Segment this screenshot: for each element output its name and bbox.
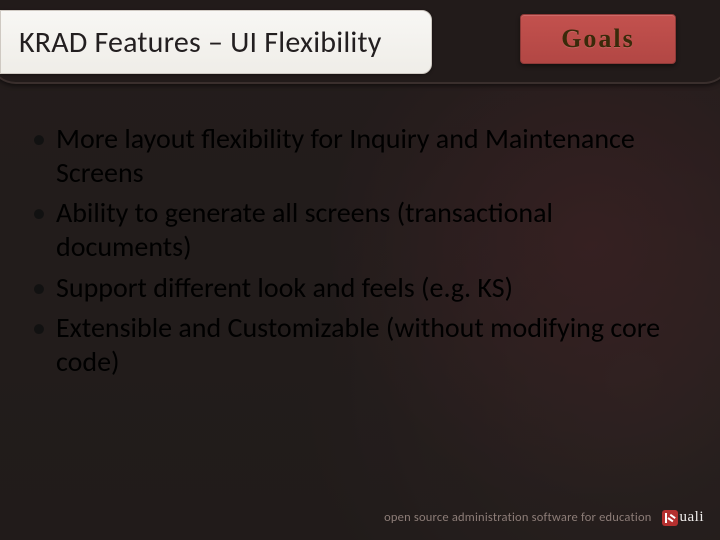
footer: open source administration software for … [384, 509, 704, 526]
bullet-list: More layout flexibility for Inquiry and … [28, 122, 692, 385]
goals-badge-text: Goals [561, 24, 635, 54]
title-plate: KRAD Features – UI Flexibility [0, 10, 432, 74]
list-item: Ability to generate all screens (transac… [28, 196, 692, 264]
goals-badge: Goals [520, 14, 676, 64]
header: KRAD Features – UI Flexibility Goals [0, 0, 720, 96]
page-title: KRAD Features – UI Flexibility [19, 24, 382, 61]
kuali-logo-mark-icon [662, 510, 678, 526]
list-item: Support different look and feels (e.g. K… [28, 271, 692, 305]
list-item: More layout flexibility for Inquiry and … [28, 122, 692, 190]
kuali-logo: uali [662, 509, 705, 526]
footer-tagline: open source administration software for … [384, 510, 651, 525]
list-item: Extensible and Customizable (without mod… [28, 311, 692, 379]
kuali-logo-word: uali [680, 509, 705, 526]
